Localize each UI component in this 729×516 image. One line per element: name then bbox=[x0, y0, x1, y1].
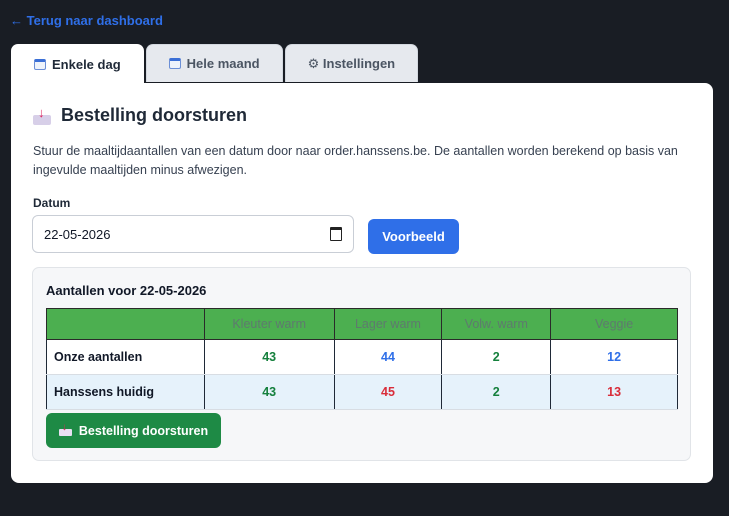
inbox-tray-icon: ↓ bbox=[58, 423, 72, 436]
main-panel: ↓ Bestelling doorsturen Stuur de maaltij… bbox=[11, 83, 713, 483]
column-header: Lager warm bbox=[333, 308, 443, 340]
calendar-picker-icon[interactable] bbox=[330, 227, 342, 241]
table-cell: 2 bbox=[441, 374, 552, 410]
table-cell: 43 bbox=[203, 339, 335, 375]
send-order-button[interactable]: ↓ Bestelling doorsturen bbox=[46, 413, 221, 448]
table-cell: 12 bbox=[550, 339, 678, 375]
column-header: Volw. warm bbox=[441, 308, 552, 340]
table-cell: 44 bbox=[333, 339, 443, 375]
tab-label: Enkele dag bbox=[52, 57, 121, 72]
send-order-label: Bestelling doorsturen bbox=[78, 423, 209, 438]
inbox-tray-icon: ↓ bbox=[33, 106, 51, 125]
back-to-dashboard-link[interactable]: ← Terug naar dashboard bbox=[10, 13, 163, 28]
tab-single-day[interactable]: Enkele dag bbox=[11, 44, 144, 84]
table-cell: 13 bbox=[550, 374, 678, 410]
row-label: Hanssens huidig bbox=[46, 374, 205, 410]
counts-table: Kleuter warm Lager warm Volw. warm Veggi… bbox=[46, 308, 678, 410]
tab-label: Hele maand bbox=[186, 56, 260, 71]
panel-header: ↓ Bestelling doorsturen bbox=[33, 105, 247, 126]
page-title: Bestelling doorsturen bbox=[61, 105, 248, 125]
column-header: Veggie bbox=[550, 308, 678, 340]
table-cell: 2 bbox=[441, 339, 552, 375]
table-cell: 45 bbox=[333, 374, 443, 410]
date-value: 22-05-2026 bbox=[44, 226, 111, 242]
tab-bar: Enkele dag Hele maand ⚙ Instellingen bbox=[11, 44, 419, 84]
date-input[interactable]: 22-05-2026 bbox=[32, 215, 354, 253]
column-header: Kleuter warm bbox=[203, 308, 335, 340]
table-row: Onze aantallen 43 44 2 12 bbox=[46, 339, 678, 375]
tab-settings[interactable]: ⚙ Instellingen bbox=[284, 44, 419, 82]
calendar-icon bbox=[168, 58, 181, 69]
row-label: Onze aantallen bbox=[46, 339, 205, 375]
description-text: Stuur de maaltijdaantallen van een datum… bbox=[33, 144, 678, 177]
table-row: Hanssens huidig 43 45 2 13 bbox=[46, 374, 678, 410]
result-box: Aantallen voor 22-05-2026 Kleuter warm L… bbox=[32, 267, 691, 461]
column-header bbox=[46, 308, 205, 340]
table-header-row: Kleuter warm Lager warm Volw. warm Veggi… bbox=[46, 308, 678, 340]
table-cell: 43 bbox=[203, 374, 335, 410]
preview-button[interactable]: Voorbeeld bbox=[368, 219, 459, 254]
result-title: Aantallen voor 22-05-2026 bbox=[46, 283, 207, 298]
date-label: Datum bbox=[33, 196, 71, 210]
calendar-icon bbox=[34, 59, 46, 70]
tab-whole-month[interactable]: Hele maand bbox=[145, 44, 283, 82]
tab-label: ⚙ Instellingen bbox=[307, 55, 396, 71]
